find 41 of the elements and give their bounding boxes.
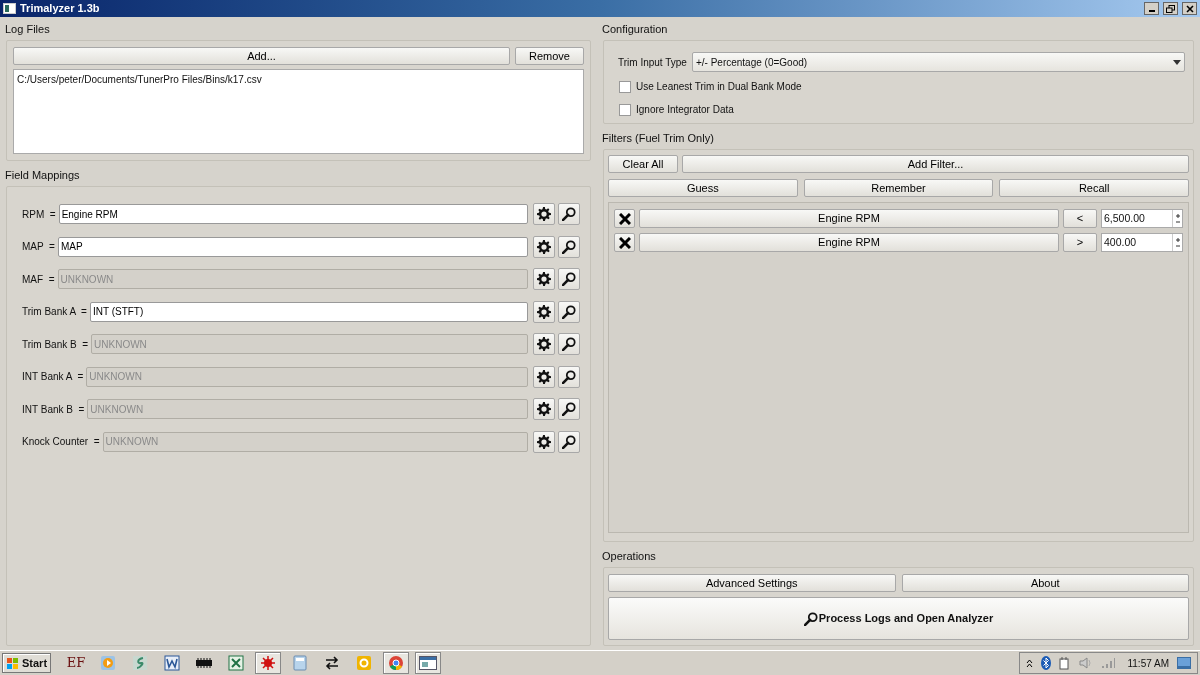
filter-field-button[interactable]: Engine RPM xyxy=(639,233,1059,252)
checkbox-label: Ignore Integrator Data xyxy=(636,103,734,117)
operator-button[interactable]: > xyxy=(1063,233,1097,252)
filter-action-button[interactable]: Recall xyxy=(999,179,1189,197)
operator-button[interactable]: < xyxy=(1063,209,1097,228)
start-button[interactable]: Start xyxy=(2,653,52,673)
checkbox-label: Use Leanest Trim in Dual Bank Mode xyxy=(636,80,802,94)
window-title: Trimalyzer 1.3b xyxy=(20,1,100,17)
group-title: Configuration xyxy=(601,21,669,37)
filter-action-button[interactable]: Remember xyxy=(803,179,994,197)
filter-value-spinbox[interactable]: 6,500.00 xyxy=(1101,209,1183,228)
remove-button[interactable]: Remove xyxy=(515,47,584,65)
file-item[interactable]: C:/Users/peter/Documents/TunerPro Files/Bins/k17.csv xyxy=(17,72,580,87)
filter-action-button[interactable]: Guess xyxy=(608,179,798,197)
mapping-field[interactable]: INT (STFT) xyxy=(89,301,528,322)
filter-value-spinbox[interactable]: 400.00 xyxy=(1101,233,1183,252)
group-title: Log Files xyxy=(4,21,51,37)
field-label: Trim Bank A = xyxy=(22,305,87,319)
field-label: INT Bank B = xyxy=(22,402,85,417)
process-logs-button[interactable]: Process Logs and Open Analyzer xyxy=(608,597,1189,640)
clock: 11:57 AM xyxy=(1127,656,1169,671)
group-title: Operations xyxy=(601,548,657,564)
field-label: Knock Counter = xyxy=(22,435,100,449)
field-label: MAF = xyxy=(22,272,55,287)
taskbar-app[interactable]: EF xyxy=(63,652,90,674)
trim-input-label: Trim Input Type xyxy=(618,55,687,70)
field-label: Trim Bank B = xyxy=(22,337,89,352)
group-title: Filters (Fuel Trim Only) xyxy=(601,130,715,146)
group-title: Field Mappings xyxy=(4,167,81,183)
trim-input-dropdown[interactable]: +/- Percentage (0=Good) xyxy=(691,52,1185,72)
field-label: INT Bank A = xyxy=(22,370,84,384)
operation-button[interactable]: Advanced Settings xyxy=(608,574,896,592)
add-filter-button[interactable]: Add Filter... xyxy=(682,155,1189,173)
mapping-field[interactable]: MAP xyxy=(57,236,528,257)
filter-field-button[interactable]: Engine RPM xyxy=(639,209,1059,228)
add-button[interactable]: Add... xyxy=(13,47,510,65)
clear-all-button[interactable]: Clear All xyxy=(608,155,678,173)
field-label: MAP = xyxy=(22,240,55,254)
mapping-field[interactable]: Engine RPM xyxy=(58,204,528,224)
field-label: RPM = xyxy=(22,207,56,222)
operation-button[interactable]: About xyxy=(901,574,1189,592)
